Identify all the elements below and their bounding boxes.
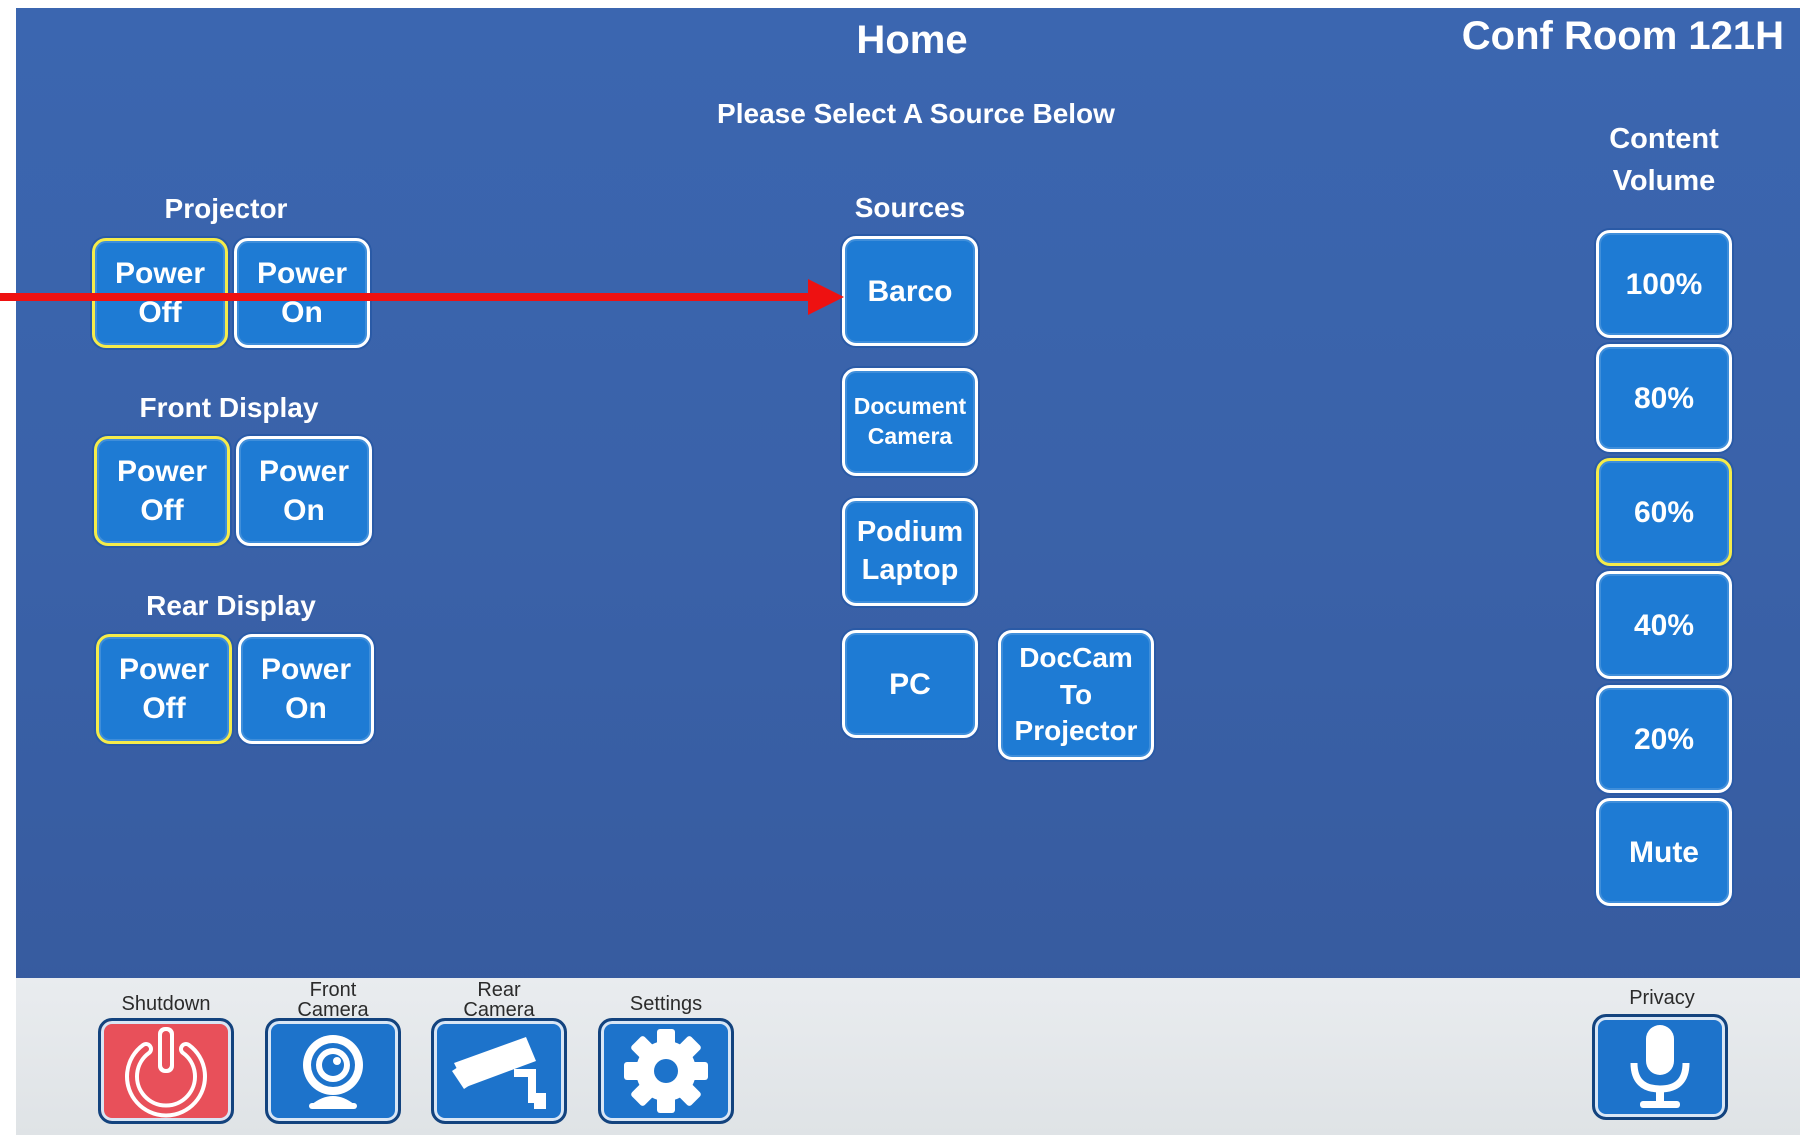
button-label: 100% [1625, 267, 1703, 301]
volume-100-button[interactable]: 100% [1596, 230, 1732, 338]
microphone-icon [1630, 1025, 1690, 1108]
room-name: Conf Room 121H [1461, 14, 1784, 58]
front-display-label: Front Display [139, 392, 319, 423]
label-line: Rear [477, 979, 521, 1001]
button-label: Podium [856, 516, 964, 549]
footer-bar: Shutdown Front Camera Rear Camera Settin… [16, 978, 1800, 1135]
button-label: Power [260, 653, 352, 686]
content-volume-label: Content Volume [1609, 118, 1719, 202]
button-label: Off [140, 494, 184, 527]
doccam-to-projector-button[interactable]: DocCam To Projector [998, 630, 1154, 760]
button-label: 60% [1633, 495, 1695, 529]
rear-display-label: Rear Display [146, 590, 316, 621]
button-label: Power [116, 455, 208, 488]
source-barco-button[interactable]: Barco [842, 236, 978, 346]
shutdown-button[interactable] [98, 1018, 234, 1124]
button-label: Off [142, 692, 186, 725]
power-icon [125, 1027, 207, 1118]
page-title: Home [856, 18, 968, 62]
annotation-arrow-head [808, 279, 844, 315]
front-camera-button[interactable] [265, 1018, 401, 1124]
source-document-camera-button[interactable]: Document Camera [842, 368, 978, 476]
button-label: 20% [1633, 722, 1695, 756]
button-label: Power [258, 455, 350, 488]
button-label: On [285, 692, 327, 725]
privacy-label: Privacy [1629, 987, 1695, 1009]
webcam-icon [303, 1035, 363, 1109]
button-label: 80% [1633, 381, 1695, 415]
front-display-power-on-button[interactable]: Power On [236, 436, 372, 546]
button-label: Laptop [861, 554, 959, 586]
rear-display-power-off-button[interactable]: Power Off [96, 634, 232, 744]
button-label: Power [114, 257, 206, 290]
button-label: Projector [1014, 715, 1138, 747]
button-label: Document [853, 393, 967, 420]
button-label: Camera [867, 423, 953, 449]
button-label: Barco [867, 274, 953, 308]
volume-mute-button[interactable]: Mute [1596, 798, 1732, 906]
privacy-button[interactable] [1592, 1014, 1728, 1120]
shutdown-label: Shutdown [121, 993, 211, 1015]
volume-20-button[interactable]: 20% [1596, 685, 1732, 793]
label-line: Camera [463, 999, 535, 1021]
button-label: Mute [1629, 835, 1699, 869]
annotation-arrow [0, 293, 808, 301]
label-line: Front [309, 979, 357, 1001]
rear-camera-label: Rear Camera [463, 980, 534, 1020]
instruction-text: Please Select A Source Below [717, 98, 1115, 129]
button-label: On [283, 494, 325, 527]
volume-40-button[interactable]: 40% [1596, 571, 1732, 679]
source-pc-button[interactable]: PC [842, 630, 978, 738]
button-label: Power [256, 257, 348, 290]
sources-label: Sources [854, 192, 966, 223]
button-label: 40% [1633, 608, 1695, 642]
rear-display-power-on-button[interactable]: Power On [238, 634, 374, 744]
front-display-power-off-button[interactable]: Power Off [94, 436, 230, 546]
volume-80-button[interactable]: 80% [1596, 344, 1732, 452]
settings-label: Settings [629, 993, 703, 1015]
control-panel-screen: Home Conf Room 121H Please Select A Sour… [16, 8, 1800, 1135]
gear-icon [624, 1029, 708, 1113]
button-label: Power [118, 653, 210, 686]
volume-60-button[interactable]: 60% [1596, 458, 1732, 566]
front-camera-label: Front Camera [297, 980, 368, 1020]
button-label: DocCam [1019, 642, 1133, 674]
button-label: To [1059, 678, 1093, 710]
label-line: Camera [297, 999, 369, 1021]
volume-label-line: Content [1609, 123, 1719, 155]
rear-camera-button[interactable] [431, 1018, 567, 1124]
volume-label-line: Volume [1612, 165, 1716, 198]
security-camera-icon [452, 1037, 546, 1109]
source-podium-laptop-button[interactable]: Podium Laptop [842, 498, 978, 606]
button-label: PC [889, 667, 931, 701]
settings-button[interactable] [598, 1018, 734, 1124]
projector-label: Projector [164, 193, 288, 224]
